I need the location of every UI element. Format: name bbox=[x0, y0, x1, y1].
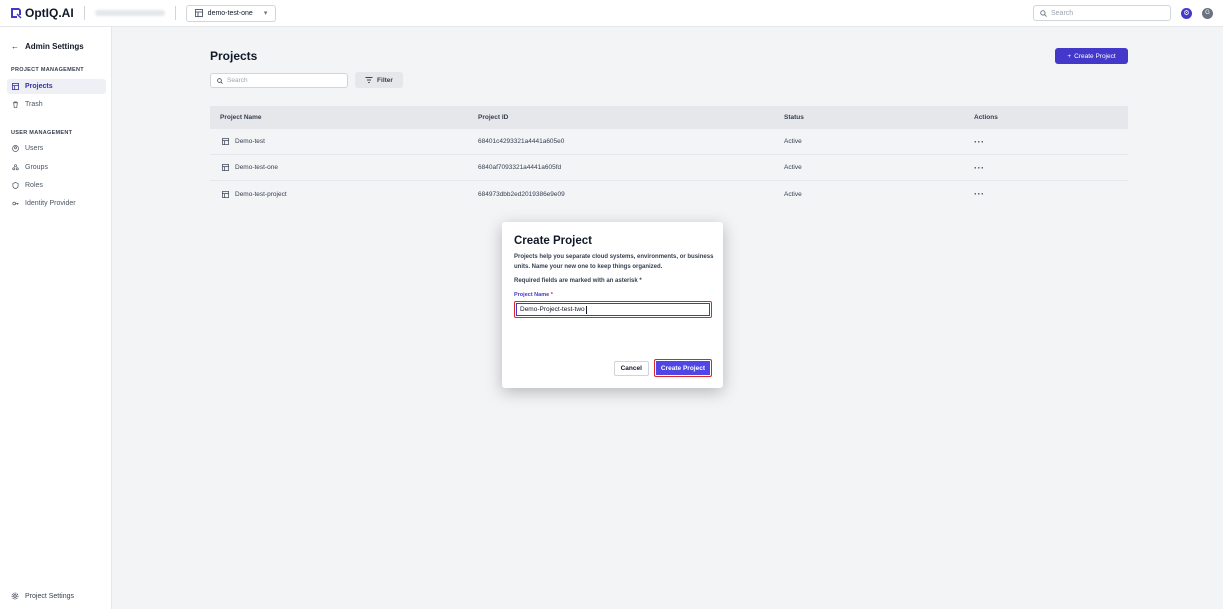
project-name-input[interactable]: Demo-Project-test-two bbox=[514, 301, 712, 318]
project-name-label: Project Name * bbox=[514, 292, 711, 298]
dialog-description: Projects help you separate cloud systems… bbox=[514, 254, 714, 270]
dialog-title: Create Project bbox=[514, 235, 592, 247]
project-name-input-value: Demo-Project-test-two bbox=[520, 306, 585, 313]
required-asterisk: * bbox=[550, 292, 553, 298]
cancel-button[interactable]: Cancel bbox=[613, 360, 649, 376]
project-name-label-text: Project Name bbox=[514, 292, 550, 298]
create-project-submit-button[interactable]: Create Project bbox=[653, 359, 712, 377]
required-fields-note: Required fields are marked with an aster… bbox=[514, 278, 642, 284]
create-project-dialog: Create Project Projects help you separat… bbox=[502, 222, 723, 388]
text-cursor bbox=[585, 305, 587, 314]
